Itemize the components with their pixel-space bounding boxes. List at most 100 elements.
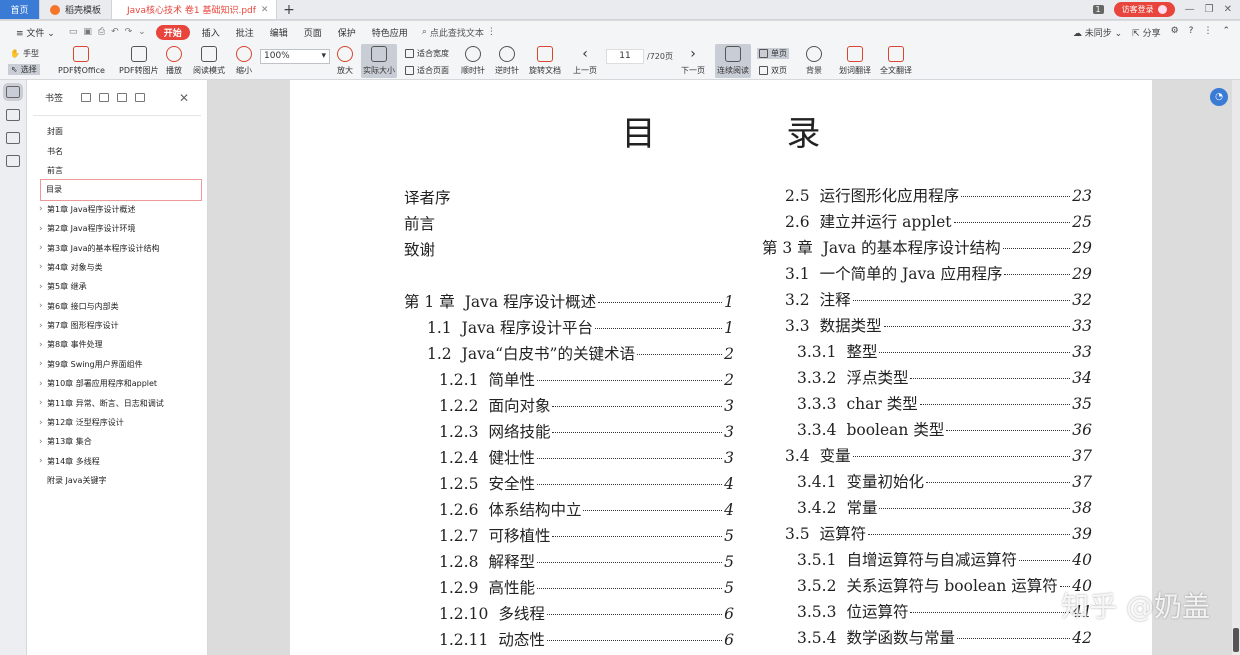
bookmark-item-selected[interactable]: 目录 [40,179,202,201]
bookmark-item[interactable]: 第1章 Java程序设计概述 [27,200,207,219]
toc-entry[interactable]: 3.4 变量 37 [785,444,1092,466]
thumbnail-panel-icon[interactable] [6,109,20,121]
toc-entry[interactable]: 1.2.10 多线程 6 [439,602,734,624]
full-translate-button[interactable]: 全文翻译 [880,46,912,76]
window-count-badge[interactable]: 1 [1092,5,1104,14]
rotate-document-button[interactable]: 旋转文档 [529,46,561,76]
settings-icon[interactable]: ⚙ [1171,26,1179,39]
toc-entry[interactable]: 1.2 Java“白皮书”的关键术语 2 [427,342,734,364]
toc-entry[interactable]: 前言 [404,212,435,234]
toc-entry[interactable]: 2.5 运行图形化应用程序 23 [785,184,1092,206]
select-tool[interactable]: ⇖ 选择 [8,64,40,75]
toc-entry[interactable]: 3.3 数据类型 33 [785,314,1092,336]
bookmark-item[interactable]: 第8章 事件处理 [27,335,207,354]
menu-start[interactable]: 开始 [155,24,190,40]
vertical-scrollbar[interactable] [1232,80,1240,655]
sync-status[interactable]: ☁ 未同步 ⌄ [1073,26,1122,39]
more-icon[interactable]: ⌄ [138,27,146,37]
more-options-icon[interactable]: ⋮ [1203,26,1212,39]
toc-entry[interactable]: 3.5.4 数学函数与常量 42 [797,626,1092,648]
bookmark-panel-icon[interactable] [3,83,23,101]
toc-entry[interactable]: 1.2.6 体系结构中立 4 [439,498,734,520]
toc-entry[interactable]: 3.5 运算符 39 [785,522,1092,544]
toc-entry[interactable]: 1.2.2 面向对象 3 [439,394,734,416]
minimize-icon[interactable]: — [1185,4,1195,15]
fit-page-button[interactable]: 适合页面 [405,65,449,76]
prev-page-button[interactable]: ‹ 上一页 [573,46,597,76]
zoom-in-button[interactable]: 放大 [337,46,353,76]
toc-entry[interactable]: 1.2.4 健壮性 3 [439,446,734,468]
expand-all-icon[interactable] [99,93,110,102]
toc-entry[interactable]: 译者序 [404,186,451,208]
bookmark-item[interactable]: 第12章 泛型程序设计 [27,413,207,432]
toc-entry[interactable]: 1.2.7 可移植性 5 [439,524,734,546]
menu-comment[interactable]: 批注 [228,26,262,39]
share-button[interactable]: ⇱ 分享 [1132,26,1160,39]
toc-entry[interactable]: 1.2.3 网络技能 3 [439,420,734,442]
close-tab-icon[interactable]: ✕ [261,5,269,15]
document-viewport[interactable]: 目 录 译者序 前言 致谢第 1 章 Java 程序设计概述 1 1.1 Java 程序设计… [208,80,1232,655]
read-mode-button[interactable]: 阅读模式 [193,46,225,76]
hand-tool[interactable]: ✋ 手型 [10,48,39,59]
menu-protect[interactable]: 保护 [330,26,364,39]
delete-bookmark-icon[interactable] [135,93,146,102]
single-page-button[interactable]: 单页 [757,48,789,59]
bookmark-item[interactable]: 第11章 异常、断言、日志和调试 [27,393,207,412]
double-page-button[interactable]: 双页 [759,65,787,76]
toc-entry[interactable]: 1.1 Java 程序设计平台 1 [427,316,734,338]
toc-entry[interactable]: 3.2 注释 32 [785,288,1092,310]
pdf-to-office-button[interactable]: PDF转Office [58,46,105,76]
toc-entry[interactable]: 3.3.2 浮点类型 34 [797,366,1092,388]
toc-entry[interactable]: 1.2.9 高性能 5 [439,576,734,598]
login-button[interactable]: 访客登录 [1113,2,1175,17]
help-icon[interactable]: ? [1189,26,1194,39]
toc-entry[interactable]: 3.5.1 自增运算符与自减运算符 40 [797,548,1092,570]
redo-icon[interactable]: ↷ [125,27,133,37]
continuous-read-button[interactable]: 连续阅读 [715,44,751,78]
toc-entry[interactable]: 3.4.2 常量 38 [797,496,1092,518]
print-icon[interactable]: ⎙ [98,27,105,37]
toc-entry[interactable]: 3.5.3 位运算符 41 [797,600,1092,622]
scrollbar-thumb[interactable] [1233,628,1239,652]
open-icon[interactable]: ▭ [69,27,78,37]
menu-edit[interactable]: 编辑 [262,26,296,39]
collapse-ribbon-icon[interactable]: ⌃ [1222,26,1230,39]
toc-entry[interactable]: 3.3.4 boolean 类型 36 [797,418,1092,440]
search-panel-icon[interactable] [6,155,20,167]
toc-entry[interactable]: 第 1 章 Java 程序设计概述 1 [404,290,734,312]
bookmark-item[interactable]: 第10章 部署应用程序和applet [27,374,207,393]
search-text-box[interactable]: ⌕ 点此查找文本 ⋮ [422,26,496,39]
bookmark-item[interactable]: 第4章 对象与类 [27,258,207,277]
menu-page[interactable]: 页面 [296,26,330,39]
toc-entry[interactable]: 3.5.2 关系运算符与 boolean 运算符 40 [797,574,1092,596]
actual-size-button[interactable]: 实际大小 [361,44,397,78]
menu-file[interactable]: ≡ 文件 ⌄ [8,26,63,39]
bookmark-item[interactable]: 第2章 Java程序设计环境 [27,219,207,238]
restore-icon[interactable]: ❐ [1205,4,1214,15]
rotate-clockwise-button[interactable]: 顺时针 [461,46,485,76]
pdf-to-image-button[interactable]: PDF转图片 [119,46,159,76]
bookmark-item[interactable]: 第3章 Java的基本程序设计结构 [27,238,207,257]
save-icon[interactable]: ▣ [83,27,92,37]
toc-entry[interactable]: 1.2.11 动态性 6 [439,628,734,650]
bookmark-item[interactable]: 前言 [27,161,207,180]
toc-entry[interactable]: 1.2.1 简单性 2 [439,368,734,390]
bookmark-item[interactable]: 第5章 继承 [27,277,207,296]
toc-entry[interactable]: 1.2.8 解释型 5 [439,550,734,572]
zoom-out-button[interactable]: 缩小 [236,46,252,76]
bookmark-item[interactable]: 第9章 Swing用户界面组件 [27,355,207,374]
menu-insert[interactable]: 插入 [194,26,228,39]
toc-entry[interactable]: 3.4.1 变量初始化 37 [797,470,1092,492]
rotate-counterclockwise-button[interactable]: 逆时针 [495,46,519,76]
toc-entry[interactable]: 3.3.3 char 类型 35 [797,392,1092,414]
collapse-all-icon[interactable] [117,93,128,102]
bookmark-item[interactable]: 封面 [27,122,207,141]
tab-document[interactable]: Java核心技术 卷1 基础知识.pdf ✕ [112,0,277,19]
assistant-float-button[interactable]: ◔ [1210,88,1228,106]
bookmark-item[interactable]: 第7章 图形程序设计 [27,316,207,335]
toc-entry[interactable]: 3.1 一个简单的 Java 应用程序 29 [785,262,1092,284]
tab-template[interactable]: 稻壳模板 [40,0,112,19]
toc-entry[interactable]: 第 3 章 Java 的基本程序设计结构 29 [762,236,1092,258]
bookmark-item[interactable]: 书名 [27,141,207,160]
bookmark-item[interactable]: 附录 Java关键字 [27,471,207,490]
